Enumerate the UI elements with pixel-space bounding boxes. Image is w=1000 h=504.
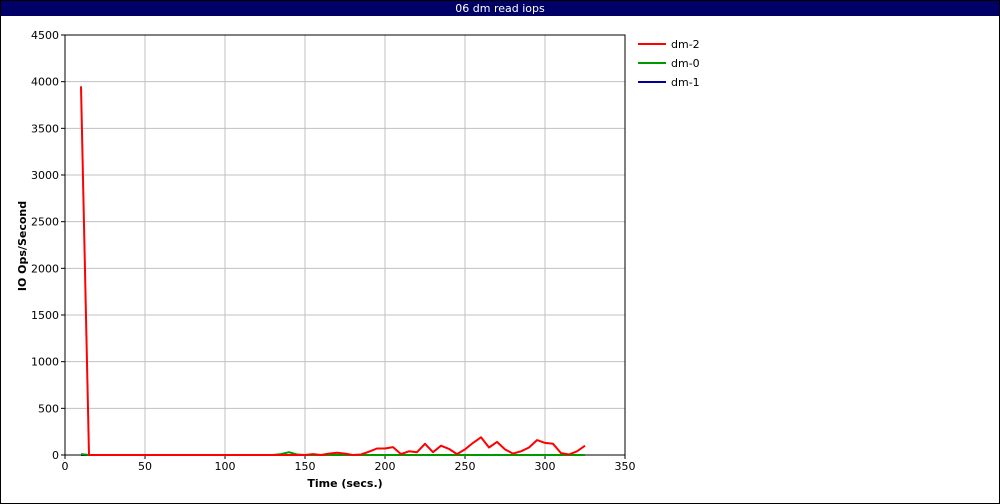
legend-label: dm-2: [671, 38, 700, 51]
series-line-dm-2: [80, 86, 586, 456]
y-tick-label: 2000: [31, 262, 59, 275]
y-tick-label: 3000: [31, 169, 59, 182]
x-tick-label: 200: [375, 460, 396, 473]
y-tick-label: 1000: [31, 356, 59, 369]
legend-item-dm-1: dm-1: [638, 76, 700, 89]
legend-label: dm-0: [671, 57, 700, 70]
grid-lines: [65, 35, 625, 455]
x-tick-label: 250: [455, 460, 476, 473]
legend: dm-2 dm-0 dm-1: [638, 38, 700, 89]
x-tick-label: 300: [535, 460, 556, 473]
y-tick-label: 500: [38, 402, 59, 415]
x-axis-label: Time (secs.): [307, 477, 382, 490]
x-tick-label: 50: [138, 460, 152, 473]
legend-label: dm-1: [671, 76, 700, 89]
y-tick-label: 4500: [31, 29, 59, 42]
series-lines: [80, 86, 586, 456]
plot-area: [64, 34, 626, 456]
y-tick-label: 3500: [31, 122, 59, 135]
x-tick-label: 150: [295, 460, 316, 473]
legend-item-dm-2: dm-2: [638, 38, 700, 51]
x-tick-label: 100: [215, 460, 236, 473]
y-tick-label: 4000: [31, 76, 59, 89]
y-axis-label: IO Ops/Second: [16, 201, 29, 291]
x-tick-label: 0: [62, 460, 69, 473]
y-tick-label: 2500: [31, 216, 59, 229]
line-chart: 0 50 100 150 200 250 300 3500500100015002000250…: [16, 29, 700, 490]
x-tick-label: 350: [615, 460, 636, 473]
y-tick-label: 1500: [31, 309, 59, 322]
y-tick-label: 0: [52, 449, 59, 462]
legend-item-dm-0: dm-0: [638, 57, 700, 70]
